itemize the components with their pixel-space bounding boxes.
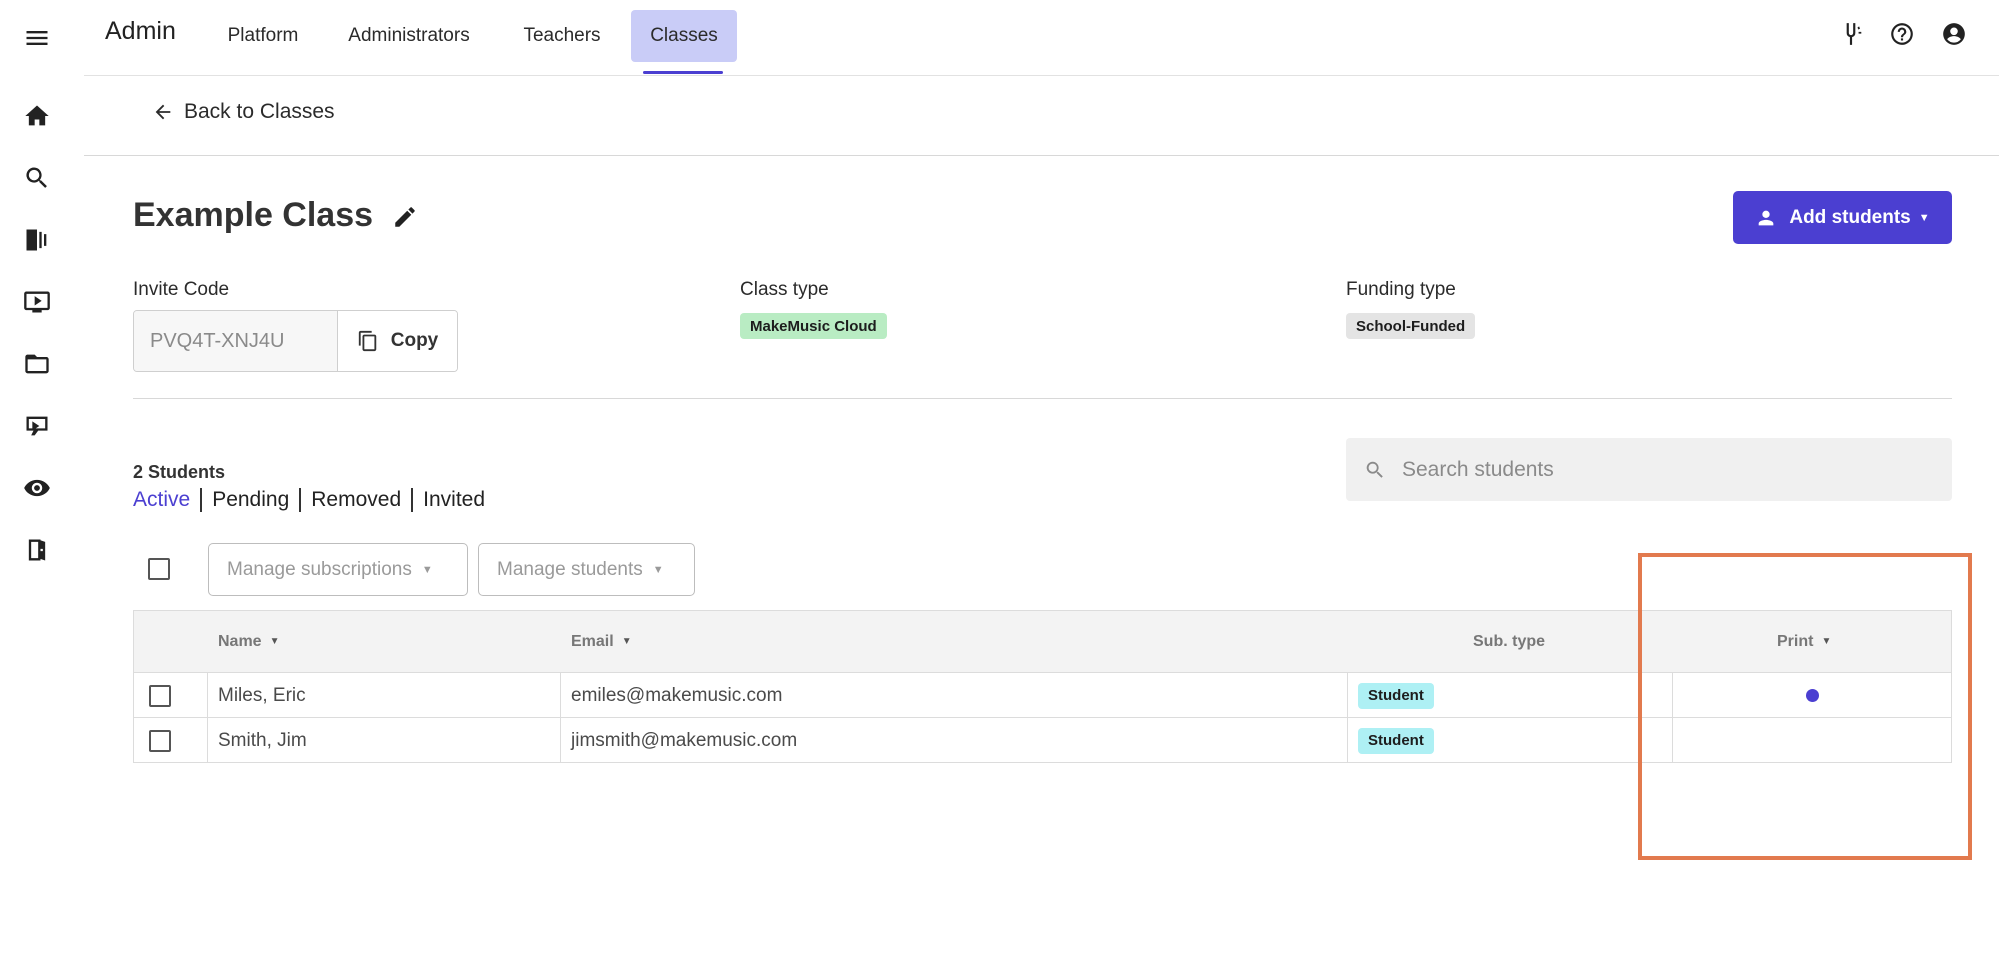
column-header-print[interactable]: Print ▼ bbox=[1777, 611, 1831, 672]
back-to-classes-link[interactable]: Back to Classes bbox=[152, 100, 335, 124]
column-label: Print bbox=[1777, 632, 1814, 650]
help-icon[interactable] bbox=[1888, 20, 1916, 48]
student-email: jimsmith@makemusic.com bbox=[571, 729, 798, 751]
copy-label: Copy bbox=[390, 330, 439, 351]
column-divider bbox=[560, 718, 561, 763]
sort-caret-icon: ▼ bbox=[1821, 636, 1832, 647]
arrow-left-icon bbox=[155, 104, 171, 120]
class-title: Example Class bbox=[133, 196, 374, 234]
column-divider bbox=[560, 673, 561, 718]
column-header-email[interactable]: Email ▼ bbox=[571, 611, 632, 672]
search-icon bbox=[1366, 461, 1383, 478]
app-brand: Admin bbox=[105, 17, 176, 45]
edit-icon[interactable] bbox=[392, 204, 418, 230]
caret-down-icon: ▼ bbox=[421, 563, 433, 576]
video-icon[interactable] bbox=[22, 287, 52, 317]
column-divider bbox=[207, 718, 208, 763]
search-students-box bbox=[1346, 438, 1952, 501]
manage-subscriptions-label: Manage subscriptions bbox=[227, 558, 412, 580]
home-icon[interactable] bbox=[22, 101, 52, 131]
column-divider bbox=[1347, 673, 1348, 718]
invite-code-field: PVQ4T-XNJ4U Copy bbox=[133, 310, 458, 372]
column-divider bbox=[207, 673, 208, 718]
invite-code-value[interactable]: PVQ4T-XNJ4U bbox=[134, 311, 338, 371]
account-icon[interactable] bbox=[1940, 20, 1968, 48]
tuning-fork-icon[interactable] bbox=[1837, 20, 1865, 48]
nav-tab-teachers[interactable]: Teachers bbox=[503, 10, 621, 62]
caret-down-icon: ▼ bbox=[1918, 211, 1930, 224]
students-table: Name ▼ Email ▼ Sub. type Print ▼ Miles, … bbox=[133, 610, 1952, 763]
manage-students-label: Manage students bbox=[497, 558, 643, 580]
folder-icon[interactable] bbox=[22, 349, 52, 379]
filter-tab-invited[interactable]: Invited bbox=[413, 488, 495, 512]
print-indicator-dot bbox=[1806, 689, 1819, 702]
column-divider bbox=[1672, 673, 1673, 718]
student-email: emiles@makemusic.com bbox=[571, 684, 783, 706]
column-label: Name bbox=[218, 632, 262, 650]
table-row: Miles, Eric emiles@makemusic.com Student bbox=[134, 672, 1951, 718]
row-checkbox[interactable] bbox=[149, 684, 171, 707]
row-checkbox[interactable] bbox=[149, 729, 171, 752]
filter-tab-pending[interactable]: Pending bbox=[202, 488, 302, 512]
column-divider bbox=[1672, 718, 1673, 763]
back-bar: Back to Classes bbox=[84, 76, 1999, 156]
sub-type-badge: Student bbox=[1358, 682, 1434, 709]
sub-type-badge: Student bbox=[1358, 727, 1434, 754]
library-icon[interactable] bbox=[22, 225, 52, 255]
nav-tab-administrators[interactable]: Administrators bbox=[332, 10, 486, 62]
search-students-input[interactable] bbox=[1402, 457, 1922, 482]
invite-code-label: Invite Code bbox=[133, 279, 230, 300]
caret-down-icon: ▼ bbox=[652, 563, 664, 576]
manage-subscriptions-dropdown[interactable]: Manage subscriptions ▼ bbox=[208, 543, 468, 596]
copy-icon bbox=[358, 330, 376, 352]
nav-tab-classes[interactable]: Classes bbox=[631, 10, 737, 62]
filter-tab-removed[interactable]: Removed bbox=[301, 488, 414, 512]
column-label: Email bbox=[571, 632, 614, 650]
section-divider bbox=[133, 398, 1952, 399]
class-type-badge: MakeMusic Cloud bbox=[740, 313, 887, 339]
add-students-button[interactable]: Add students ▼ bbox=[1733, 191, 1952, 244]
nav-tab-platform[interactable]: Platform bbox=[208, 10, 318, 62]
teach-icon[interactable] bbox=[22, 411, 52, 441]
add-students-label: Add students bbox=[1789, 206, 1911, 228]
select-all-checkbox[interactable] bbox=[148, 558, 170, 580]
sidebar bbox=[0, 0, 76, 974]
class-type-label: Class type bbox=[740, 279, 829, 300]
student-count: 2 Students bbox=[133, 462, 226, 482]
search-icon[interactable] bbox=[22, 163, 52, 193]
student-name[interactable]: Miles, Eric bbox=[218, 673, 306, 718]
back-label: Back to Classes bbox=[184, 100, 335, 123]
column-divider bbox=[1347, 718, 1348, 763]
manage-students-dropdown[interactable]: Manage students ▼ bbox=[478, 543, 695, 596]
table-row: Smith, Jim jimsmith@makemusic.com Studen… bbox=[134, 717, 1951, 763]
menu-icon[interactable] bbox=[22, 23, 52, 53]
copy-button[interactable]: Copy bbox=[338, 311, 457, 371]
exit-icon[interactable] bbox=[22, 535, 52, 565]
column-header-sub-type: Sub. type bbox=[1473, 611, 1545, 672]
funding-type-badge: School-Funded bbox=[1346, 313, 1476, 339]
person-icon bbox=[1759, 210, 1774, 225]
column-header-name[interactable]: Name ▼ bbox=[218, 611, 279, 672]
student-name[interactable]: Smith, Jim bbox=[218, 718, 307, 763]
funding-type-label: Funding type bbox=[1346, 279, 1456, 300]
table-header: Name ▼ Email ▼ Sub. type Print ▼ bbox=[134, 611, 1951, 672]
student-filter-tabs: Active Pending Removed Invited bbox=[133, 488, 495, 512]
sort-caret-icon: ▼ bbox=[269, 636, 280, 647]
column-label: Sub. type bbox=[1473, 632, 1546, 650]
sort-caret-icon: ▼ bbox=[621, 636, 632, 647]
filter-tab-active[interactable]: Active bbox=[133, 488, 203, 512]
top-navigation: Admin Platform Administrators Teachers C… bbox=[84, 0, 1999, 76]
active-tab-indicator bbox=[643, 71, 723, 74]
eye-icon[interactable] bbox=[22, 473, 52, 503]
